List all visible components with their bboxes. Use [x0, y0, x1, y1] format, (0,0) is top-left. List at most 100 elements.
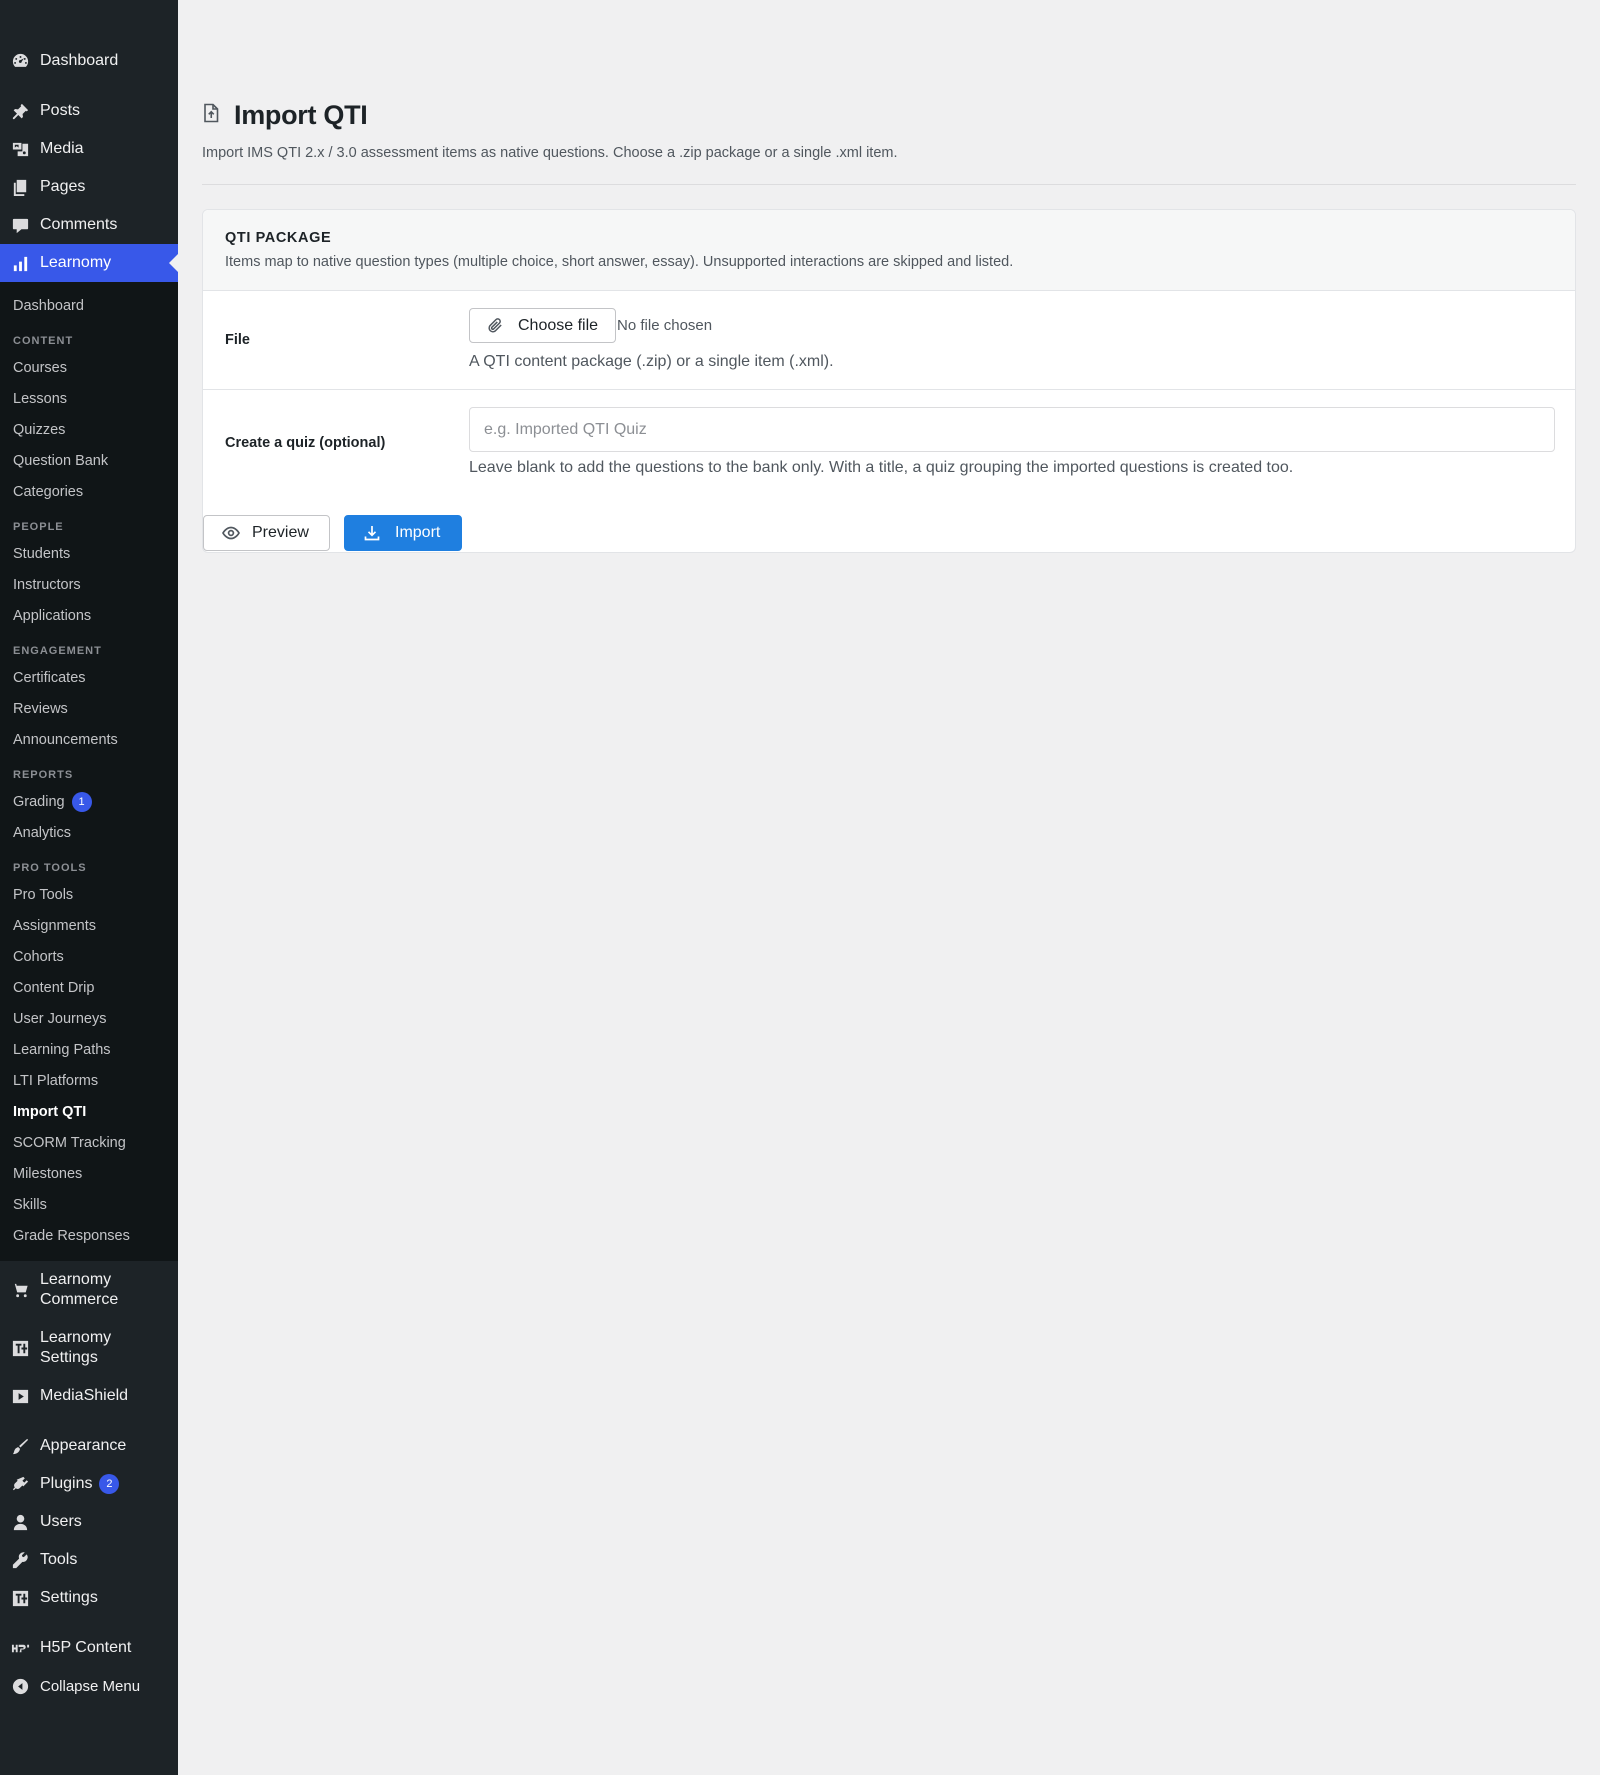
menu-label-line1: Learnomy: [40, 1329, 112, 1346]
h5p-icon: [10, 1638, 30, 1658]
sidebar-item-user-journeys[interactable]: User Journeys: [0, 1003, 178, 1034]
sidebar-item-applications[interactable]: Applications: [0, 600, 178, 631]
sidebar-item-reviews[interactable]: Reviews: [0, 693, 178, 724]
sidebar-item-question-bank[interactable]: Question Bank: [0, 445, 178, 476]
menu-label: Dashboard: [40, 52, 119, 69]
collapse-menu-button[interactable]: Collapse Menu: [0, 1667, 178, 1705]
menu-mediashield[interactable]: MediaShield: [0, 1377, 178, 1415]
sidebar-item-certificates[interactable]: Certificates: [0, 662, 178, 693]
quiz-help-text: Leave blank to add the questions to the …: [469, 459, 1294, 476]
learnomy-submenu: Dashboard CONTENT Courses Lessons Quizze…: [0, 282, 178, 1261]
choose-file-label: Choose file: [518, 316, 599, 334]
user-icon: [10, 1512, 30, 1532]
menu-label: MediaShield: [40, 1387, 129, 1404]
form-actions: Preview Import: [203, 515, 462, 551]
menu-h5p-content[interactable]: H5P Content: [0, 1629, 178, 1667]
file-row: File Choose file No file chosen A QTI co…: [203, 291, 1575, 390]
menu-learnomy[interactable]: Learnomy: [0, 244, 178, 282]
menu-label: Tools: [40, 1551, 78, 1568]
file-input: Choose file No file chosen: [469, 308, 712, 343]
file-label: File: [225, 332, 250, 348]
sidebar-item-categories[interactable]: Categories: [0, 476, 178, 507]
menu-label: Collapse Menu: [40, 1677, 141, 1695]
dashboard-icon: [10, 51, 30, 71]
menu-appearance[interactable]: Appearance: [0, 1427, 178, 1465]
sidebar-item-cohorts[interactable]: Cohorts: [0, 941, 178, 972]
card-title: QTI PACKAGE: [225, 230, 332, 246]
sidebar-item-lessons[interactable]: Lessons: [0, 383, 178, 414]
pin-icon: [10, 101, 30, 121]
sidebar-item-students[interactable]: Students: [0, 538, 178, 569]
file-upload-icon: [202, 103, 220, 128]
menu-users[interactable]: Users: [0, 1503, 178, 1541]
sidebar-item-learning-paths[interactable]: Learning Paths: [0, 1034, 178, 1065]
sidebar-item-instructors[interactable]: Instructors: [0, 569, 178, 600]
main-content: Import QTI Import IMS QTI 2.x / 3.0 asse…: [178, 0, 1600, 1775]
pages-icon: [10, 177, 30, 197]
sidebar-item-quizzes[interactable]: Quizzes: [0, 414, 178, 445]
sidebar-item-analytics[interactable]: Analytics: [0, 817, 178, 848]
plugins-update-badge: 2: [99, 1474, 120, 1494]
sidebar-item-milestones[interactable]: Milestones: [0, 1158, 178, 1189]
sidebar-item-pro-tools[interactable]: Pro Tools: [0, 879, 178, 910]
collapse-arrow-icon: [10, 1676, 30, 1696]
menu-label: Posts: [40, 102, 81, 119]
preview-button[interactable]: Preview: [203, 515, 330, 551]
menu-label: Appearance: [40, 1437, 127, 1454]
file-help-text: A QTI content package (.zip) or a single…: [469, 353, 834, 370]
video-play-icon: [10, 1386, 30, 1406]
eye-icon: [222, 526, 240, 540]
settings-sliders-icon: [10, 1338, 30, 1358]
quiz-title-input[interactable]: [469, 407, 1555, 452]
choose-file-button[interactable]: Choose file: [469, 308, 617, 343]
preview-label: Preview: [252, 524, 309, 541]
sidebar-item-content-drip[interactable]: Content Drip: [0, 972, 178, 1003]
sidebar-item-announcements[interactable]: Announcements: [0, 724, 178, 755]
menu-label: H5P Content: [40, 1639, 132, 1656]
qti-package-card: QTI PACKAGE Items map to native question…: [202, 209, 1576, 553]
sidebar-item-courses[interactable]: Courses: [0, 352, 178, 383]
menu-learnomy-settings[interactable]: Learnomy Settings: [0, 1319, 178, 1377]
menu-settings[interactable]: Settings: [0, 1579, 178, 1617]
menu-learnomy-commerce[interactable]: Learnomy Commerce: [0, 1261, 178, 1319]
menu-label: Plugins: [40, 1475, 93, 1492]
chart-bars-icon: [10, 253, 30, 273]
media-icon: [10, 139, 30, 159]
sidebar-item-import-qti[interactable]: Import QTI: [0, 1096, 178, 1127]
cart-icon: [10, 1280, 30, 1300]
section-heading-pro-tools: PRO TOOLS: [13, 862, 87, 874]
comments-icon: [10, 215, 30, 235]
section-heading-reports: REPORTS: [13, 769, 74, 781]
sidebar-item-grade-responses[interactable]: Grade Responses: [0, 1220, 178, 1251]
card-header: QTI PACKAGE Items map to native question…: [203, 210, 1575, 291]
sidebar-item-skills[interactable]: Skills: [0, 1189, 178, 1220]
page-title: Import QTI: [234, 100, 368, 130]
menu-comments[interactable]: Comments: [0, 206, 178, 244]
sidebar-item-lti-platforms[interactable]: LTI Platforms: [0, 1065, 178, 1096]
section-heading-engagement: ENGAGEMENT: [13, 645, 102, 657]
plugin-icon: [10, 1474, 30, 1494]
menu-plugins[interactable]: Plugins 2: [0, 1465, 178, 1503]
sidebar-item-dashboard[interactable]: Dashboard: [0, 290, 178, 321]
section-heading-content: CONTENT: [13, 335, 74, 347]
sidebar-item-scorm-tracking[interactable]: SCORM Tracking: [0, 1127, 178, 1158]
quiz-row: Create a quiz (optional) Leave blank to …: [203, 390, 1575, 494]
paintbrush-icon: [10, 1436, 30, 1456]
file-status: No file chosen: [617, 317, 713, 334]
menu-pages[interactable]: Pages: [0, 168, 178, 206]
download-icon: [364, 526, 380, 541]
quiz-label: Create a quiz (optional): [225, 435, 386, 451]
grading-count-badge: 1: [71, 791, 92, 812]
menu-tools[interactable]: Tools: [0, 1541, 178, 1579]
menu-posts[interactable]: Posts: [0, 92, 178, 130]
menu-dashboard[interactable]: Dashboard: [0, 42, 178, 80]
menu-label: Comments: [40, 216, 118, 233]
import-button[interactable]: Import: [344, 515, 462, 551]
admin-sidebar: Dashboard Posts Media Pages Comments Lea…: [0, 0, 178, 1775]
sidebar-item-assignments[interactable]: Assignments: [0, 910, 178, 941]
menu-media[interactable]: Media: [0, 130, 178, 168]
section-heading-people: PEOPLE: [13, 521, 64, 533]
page-subtitle: Import IMS QTI 2.x / 3.0 assessment item…: [202, 145, 898, 161]
sidebar-item-grading[interactable]: Grading 1: [0, 786, 178, 817]
paperclip-icon: [488, 318, 502, 333]
